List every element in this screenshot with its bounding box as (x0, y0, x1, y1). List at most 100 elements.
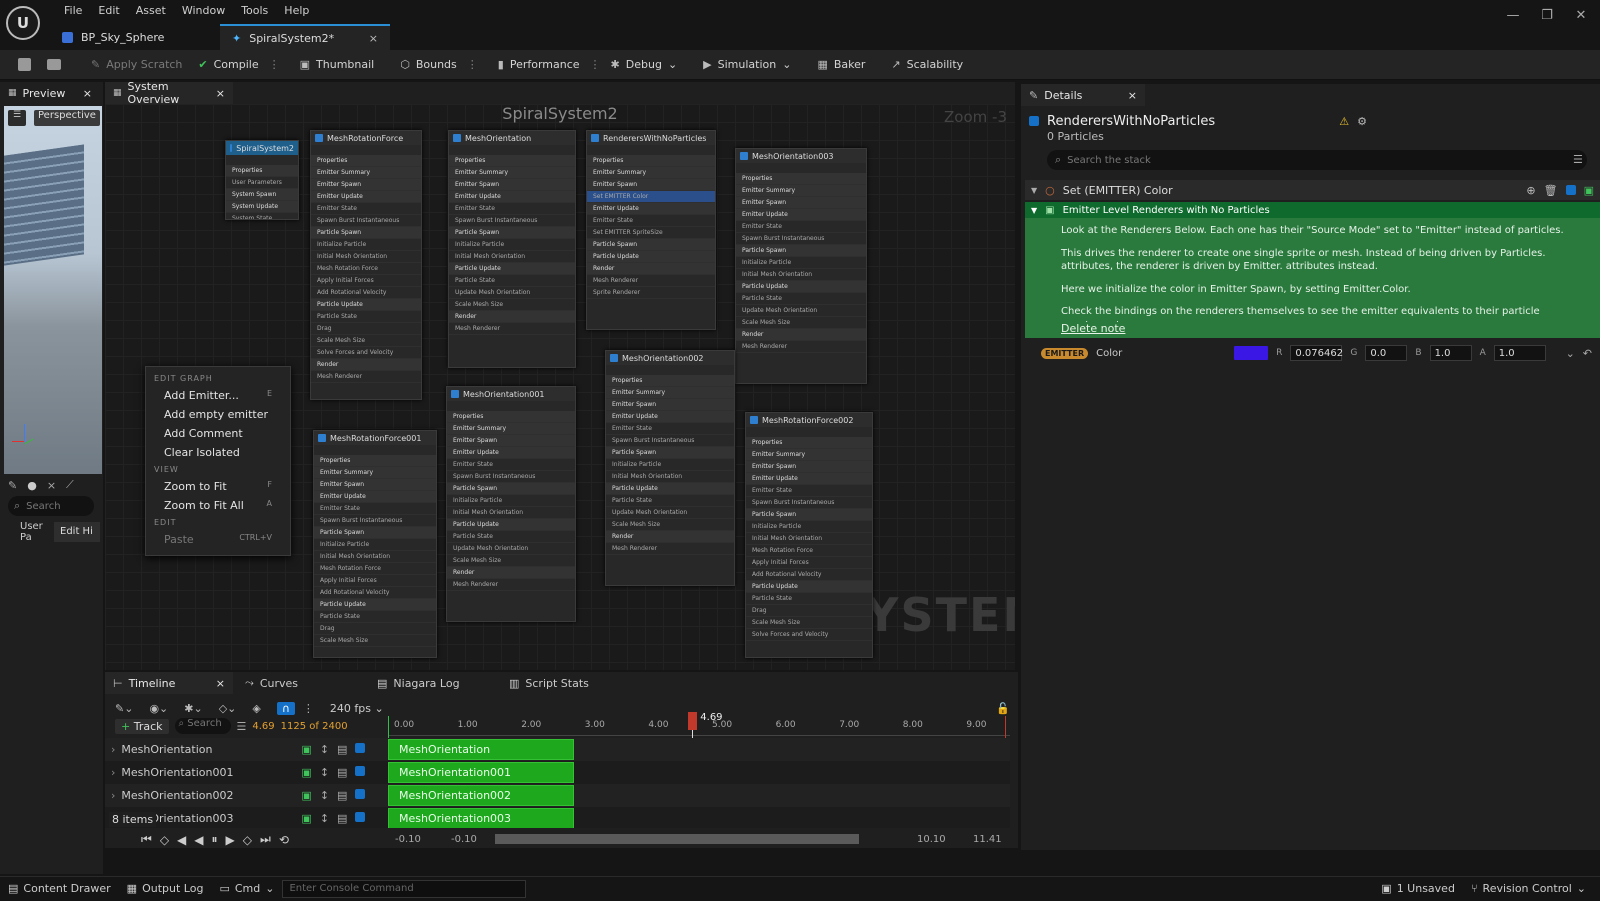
add-comment-item[interactable]: Add Comment (146, 424, 290, 443)
tab-niagara-log[interactable]: ▤ Niagara Log (369, 672, 497, 694)
node-row[interactable]: Emitter Spawn (447, 435, 575, 447)
node-row[interactable]: Initialize Particle (606, 459, 734, 471)
add-icon[interactable]: ⊕ (1526, 184, 1535, 197)
node-row[interactable]: Particle Update (449, 263, 575, 275)
browse-button[interactable] (39, 52, 69, 78)
node-row[interactable]: Emitter Summary (314, 467, 436, 479)
eye-icon[interactable]: ◉⌄ (149, 702, 168, 715)
node-row[interactable]: Mesh Renderer (311, 371, 421, 383)
node-row[interactable]: Properties (311, 155, 421, 167)
node-row[interactable]: Emitter Spawn (587, 179, 715, 191)
filter-icon[interactable]: ☰ (237, 720, 247, 733)
pause-icon[interactable]: ⏸ (212, 832, 218, 847)
node-header[interactable]: MeshOrientation001 (447, 387, 575, 401)
save-button[interactable] (10, 52, 39, 78)
node-row[interactable]: Add Rotational Velocity (314, 587, 436, 599)
performance-options-icon[interactable]: ⋮ (588, 58, 603, 71)
next-key-icon[interactable]: ◇ (243, 833, 252, 847)
node-row[interactable]: Emitter Update (746, 473, 872, 485)
node-row[interactable]: Emitter Update (447, 447, 575, 459)
node-row[interactable]: Add Rotational Velocity (311, 287, 421, 299)
track-enabled-checkbox[interactable] (355, 743, 366, 753)
settings-icon[interactable]: ✎ (8, 479, 17, 492)
node-row[interactable]: Initialize Particle (314, 539, 436, 551)
node-row[interactable]: Drag (311, 323, 421, 335)
node-row[interactable]: Particle Update (606, 483, 734, 495)
node-row[interactable]: Render (736, 329, 866, 341)
node-row[interactable]: Emitter Spawn (449, 179, 575, 191)
emitter-node[interactable]: MeshRotationForce001 Properties Emitter Su… (313, 430, 437, 658)
node-row[interactable]: Emitter Summary (736, 185, 866, 197)
play-reverse-icon[interactable]: ◀ (194, 833, 203, 847)
isolate-icon[interactable]: ▤ (337, 789, 347, 802)
performance-button[interactable]: ▮ Performance (490, 52, 588, 78)
node-row[interactable]: Emitter Spawn (606, 399, 734, 411)
node-enabled-checkbox[interactable] (750, 416, 758, 424)
node-header[interactable]: SpiralSystem2 (226, 141, 298, 155)
node-row[interactable]: Apply Initial Forces (311, 275, 421, 287)
transform-icon[interactable]: ✱⌄ (184, 702, 202, 715)
node-row[interactable]: Initial Mesh Orientation (606, 471, 734, 483)
emitter-node[interactable]: MeshOrientation001 Properties Emitter Summ… (446, 386, 576, 622)
node-row[interactable]: Particle Update (314, 599, 436, 611)
node-row[interactable]: Initialize Particle (449, 239, 575, 251)
tab-preview[interactable]: ▦ Preview × (0, 82, 100, 104)
b-field[interactable]: 1.0 (1429, 345, 1472, 361)
tab-details[interactable]: ✎ Details × (1021, 84, 1145, 106)
node-row[interactable]: Particle Spawn (736, 245, 866, 257)
close-tab-icon[interactable]: × (83, 87, 92, 100)
close-icon[interactable]: × (47, 479, 56, 492)
node-row[interactable]: Particle State (447, 531, 575, 543)
node-row[interactable]: Render (447, 567, 575, 579)
node-header[interactable]: MeshRotationForce002 (746, 413, 872, 427)
revision-control-button[interactable]: ⑂ Revision Control ⌄ (1463, 877, 1594, 901)
node-row[interactable]: Initialize Particle (746, 521, 872, 533)
preview-viewport[interactable]: ☰ Perspective (4, 106, 102, 474)
expand-arrow-icon[interactable]: › (105, 766, 121, 779)
module-enabled-checkbox[interactable] (1565, 185, 1576, 195)
node-row[interactable]: Properties (314, 455, 436, 467)
note-header-row[interactable]: ▼ ▣ Emitter Level Renderers with No Part… (1025, 202, 1600, 218)
tab-edit-hierarchy[interactable]: Edit Hi (54, 522, 100, 542)
node-enabled-checkbox[interactable] (315, 134, 323, 142)
pin-icon[interactable]: ↕ (320, 743, 329, 756)
node-row[interactable]: Initial Mesh Orientation (447, 507, 575, 519)
chart-icon[interactable]: ⟋ (66, 478, 74, 492)
node-enabled-checkbox[interactable] (230, 144, 233, 152)
node-row[interactable]: Render (606, 531, 734, 543)
node-row[interactable]: Particle State (746, 593, 872, 605)
node-row[interactable]: Mesh Renderer (736, 341, 866, 353)
node-row[interactable]: Emitter Summary (447, 423, 575, 435)
node-header[interactable]: MeshOrientation (449, 131, 575, 145)
track-segment[interactable]: MeshOrientation (388, 739, 574, 760)
tools-icon[interactable]: ✎⌄ (115, 702, 133, 715)
track-row[interactable]: › MeshOrientation001 ▣ ↕ ▤ MeshOrientation001 (105, 761, 1010, 784)
node-row[interactable]: Spawn Burst Instantaneous (606, 435, 734, 447)
current-time[interactable]: 4.69 (252, 721, 274, 732)
track-enabled-checkbox[interactable] (355, 812, 366, 822)
baker-button[interactable]: ▦ Baker (809, 52, 873, 78)
node-row[interactable]: Initialize Particle (311, 239, 421, 251)
user-icon[interactable]: ● (27, 479, 37, 492)
tab-curves[interactable]: ⤳ Curves (237, 672, 365, 694)
node-row[interactable]: Properties (736, 173, 866, 185)
bounds-options-icon[interactable]: ⋮ (465, 58, 480, 71)
node-row[interactable]: Emitter Summary (311, 167, 421, 179)
emitter-icon[interactable]: ▣ (301, 812, 311, 825)
simulation-button[interactable]: ▶ Simulation ⌄ (695, 52, 799, 78)
track-segment[interactable]: MeshOrientation003 (388, 808, 574, 828)
node-header[interactable]: MeshOrientation003 (736, 149, 866, 163)
pin-icon[interactable]: ↕ (320, 789, 329, 802)
node-enabled-checkbox[interactable] (591, 134, 599, 142)
unreal-logo-icon[interactable]: U (6, 6, 40, 40)
node-row[interactable]: Set EMITTER SpriteSize (587, 227, 715, 239)
emitter-node[interactable]: SpiralSystem2 Properties User Parameters Sy… (225, 140, 299, 220)
node-row[interactable]: Emitter State (606, 423, 734, 435)
node-row[interactable]: Emitter Update (449, 191, 575, 203)
left-search-field[interactable]: ⌕ Search (8, 496, 94, 516)
node-row[interactable]: Particle Spawn (587, 239, 715, 251)
node-row[interactable]: Emitter Update (314, 491, 436, 503)
node-row[interactable]: Drag (314, 623, 436, 635)
node-row[interactable]: Properties (587, 155, 715, 167)
node-row[interactable]: Properties (606, 375, 734, 387)
